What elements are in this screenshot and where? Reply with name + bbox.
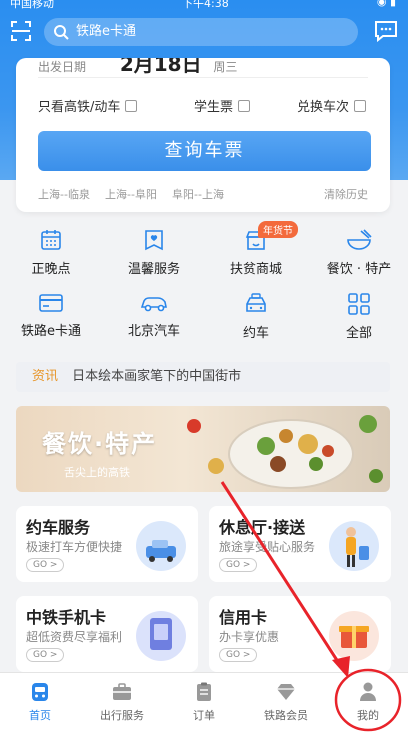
- card-title: 休息厅·接送: [219, 518, 306, 537]
- heart-bag-icon: [145, 230, 163, 251]
- exchange-train-label: 兑换车次: [297, 100, 350, 115]
- service-ride[interactable]: 约车: [216, 292, 296, 348]
- bottom-tab-bar: 首页 出行服务 订单 铁路会员 我的: [0, 672, 408, 732]
- card-desc: 极速打车方便快捷: [26, 540, 123, 554]
- student-ticket-checkbox[interactable]: [238, 100, 251, 112]
- tab-label: 铁路会员: [264, 709, 308, 722]
- tab-label: 我的: [357, 709, 379, 722]
- service-label: 全部: [345, 326, 372, 341]
- card-desc: 超低资费尽享福利: [26, 630, 123, 644]
- card-desc: 办卡享优惠: [219, 630, 280, 644]
- service-label: 扶贫商城: [229, 262, 282, 277]
- gaotie-only-checkbox[interactable]: [125, 100, 138, 112]
- message-icon[interactable]: [374, 20, 398, 42]
- service-label: 北京汽车: [127, 324, 180, 339]
- gift-illustration-icon: [329, 611, 379, 661]
- history-item[interactable]: 阜阳--上海: [172, 186, 224, 202]
- carrier-label: 中国移动: [10, 0, 54, 10]
- go-button[interactable]: GO >: [219, 558, 258, 572]
- sim-card-card[interactable]: 中铁手机卡 超低资费尽享福利 GO >: [16, 596, 198, 672]
- news-tag: 资讯: [32, 369, 59, 384]
- student-ticket-option[interactable]: 学生票: [194, 96, 251, 115]
- taxi-icon: [246, 293, 266, 312]
- query-tickets-button[interactable]: 查询车票: [38, 131, 371, 171]
- battery-icon: ◉ ▮: [376, 0, 396, 8]
- person-icon: [360, 682, 376, 701]
- search-icon: [54, 25, 69, 40]
- top-header: 铁路e卡通: [0, 14, 408, 50]
- card-icon: [39, 294, 63, 312]
- go-button[interactable]: GO >: [26, 558, 65, 572]
- exchange-train-option[interactable]: 兑换车次: [297, 96, 367, 115]
- diamond-icon: [277, 684, 295, 700]
- tab-label: 首页: [29, 709, 51, 722]
- service-label: 正晚点: [31, 262, 71, 277]
- credit-card-card[interactable]: 信用卡 办卡享优惠 GO >: [209, 596, 391, 672]
- banner-title: 餐饮·特产: [42, 430, 158, 458]
- news-bar[interactable]: 资讯 日本绘本画家笔下的中国街市: [16, 362, 390, 392]
- date-value: 2月18日: [119, 58, 202, 76]
- food-banner[interactable]: 餐饮·特产 舌尖上的高铁: [16, 406, 390, 492]
- search-bar[interactable]: 铁路e卡通: [44, 18, 358, 46]
- ride-service-card[interactable]: 约车服务 极速打车方便快捷 GO >: [16, 506, 198, 582]
- briefcase-icon: [113, 683, 131, 700]
- search-text: 铁路e卡通: [76, 24, 136, 39]
- scan-icon[interactable]: [10, 20, 32, 42]
- car-icon: [140, 297, 167, 312]
- service-label: 餐饮 · 特产: [326, 262, 392, 277]
- tab-travel-service[interactable]: 出行服务: [82, 673, 162, 732]
- history-item[interactable]: 上海--临泉: [38, 186, 90, 202]
- tab-label: 订单: [193, 709, 215, 722]
- service-all[interactable]: 全部: [319, 292, 399, 348]
- service-beijing-auto[interactable]: 北京汽车: [114, 292, 194, 348]
- date-label: 出发日期: [38, 60, 87, 74]
- service-e-card[interactable]: 铁路e卡通: [11, 292, 91, 348]
- gaotie-only-label: 只看高铁/动车: [38, 100, 121, 115]
- date-row[interactable]: 出发日期 2月18日 周三: [38, 58, 237, 77]
- go-button[interactable]: GO >: [219, 648, 258, 662]
- home-icon: [32, 683, 48, 701]
- gaotie-only-option[interactable]: 只看高铁/动车: [38, 96, 138, 115]
- tab-membership[interactable]: 铁路会员: [246, 673, 326, 732]
- service-warm[interactable]: 温馨服务: [114, 228, 194, 284]
- lounge-card[interactable]: 休息厅·接送 旅途享受贴心服务 GO >: [209, 506, 391, 582]
- sim-illustration-icon: [136, 611, 186, 661]
- tab-home[interactable]: 首页: [0, 673, 80, 732]
- service-food[interactable]: 餐饮 · 特产: [319, 228, 399, 284]
- news-headline[interactable]: 日本绘本画家笔下的中国街市: [72, 369, 241, 384]
- go-button[interactable]: GO >: [26, 648, 65, 662]
- student-ticket-label: 学生票: [194, 100, 234, 115]
- grid-icon: [348, 293, 370, 315]
- car-illustration-icon: [136, 521, 186, 571]
- tab-orders[interactable]: 订单: [164, 673, 244, 732]
- card-desc: 旅途享受贴心服务: [219, 540, 316, 554]
- card-title: 约车服务: [26, 518, 91, 537]
- tab-mine[interactable]: 我的: [328, 673, 408, 732]
- ticket-search-card: 出发日期 2月18日 周三 只看高铁/动车 学生票 兑换车次 查询车票 上海--…: [16, 58, 390, 212]
- history-item[interactable]: 上海--阜阳: [105, 186, 157, 202]
- exchange-train-checkbox[interactable]: [354, 100, 367, 112]
- divider: [38, 77, 368, 78]
- service-label: 约车: [242, 326, 269, 341]
- service-label: 温馨服务: [127, 262, 180, 277]
- order-icon: [197, 682, 211, 701]
- clear-history-button[interactable]: 清除历史: [324, 186, 368, 202]
- calendar-icon: [41, 230, 61, 250]
- traveler-illustration-icon: [329, 521, 379, 571]
- card-title: 中铁手机卡: [26, 608, 107, 627]
- service-delay-info[interactable]: 正晚点: [11, 228, 91, 284]
- banner-subtitle: 舌尖上的高铁: [64, 466, 130, 479]
- tab-label: 出行服务: [100, 709, 144, 722]
- status-bar: 中国移动 下午4:38 ◉ ▮: [0, 0, 408, 10]
- card-title: 信用卡: [219, 608, 268, 627]
- festival-badge: 年货节: [258, 221, 298, 238]
- clock: 下午4:38: [182, 0, 229, 10]
- weekday-label: 周三: [213, 60, 238, 74]
- service-label: 铁路e卡通: [21, 324, 81, 339]
- bowl-icon: [347, 229, 372, 250]
